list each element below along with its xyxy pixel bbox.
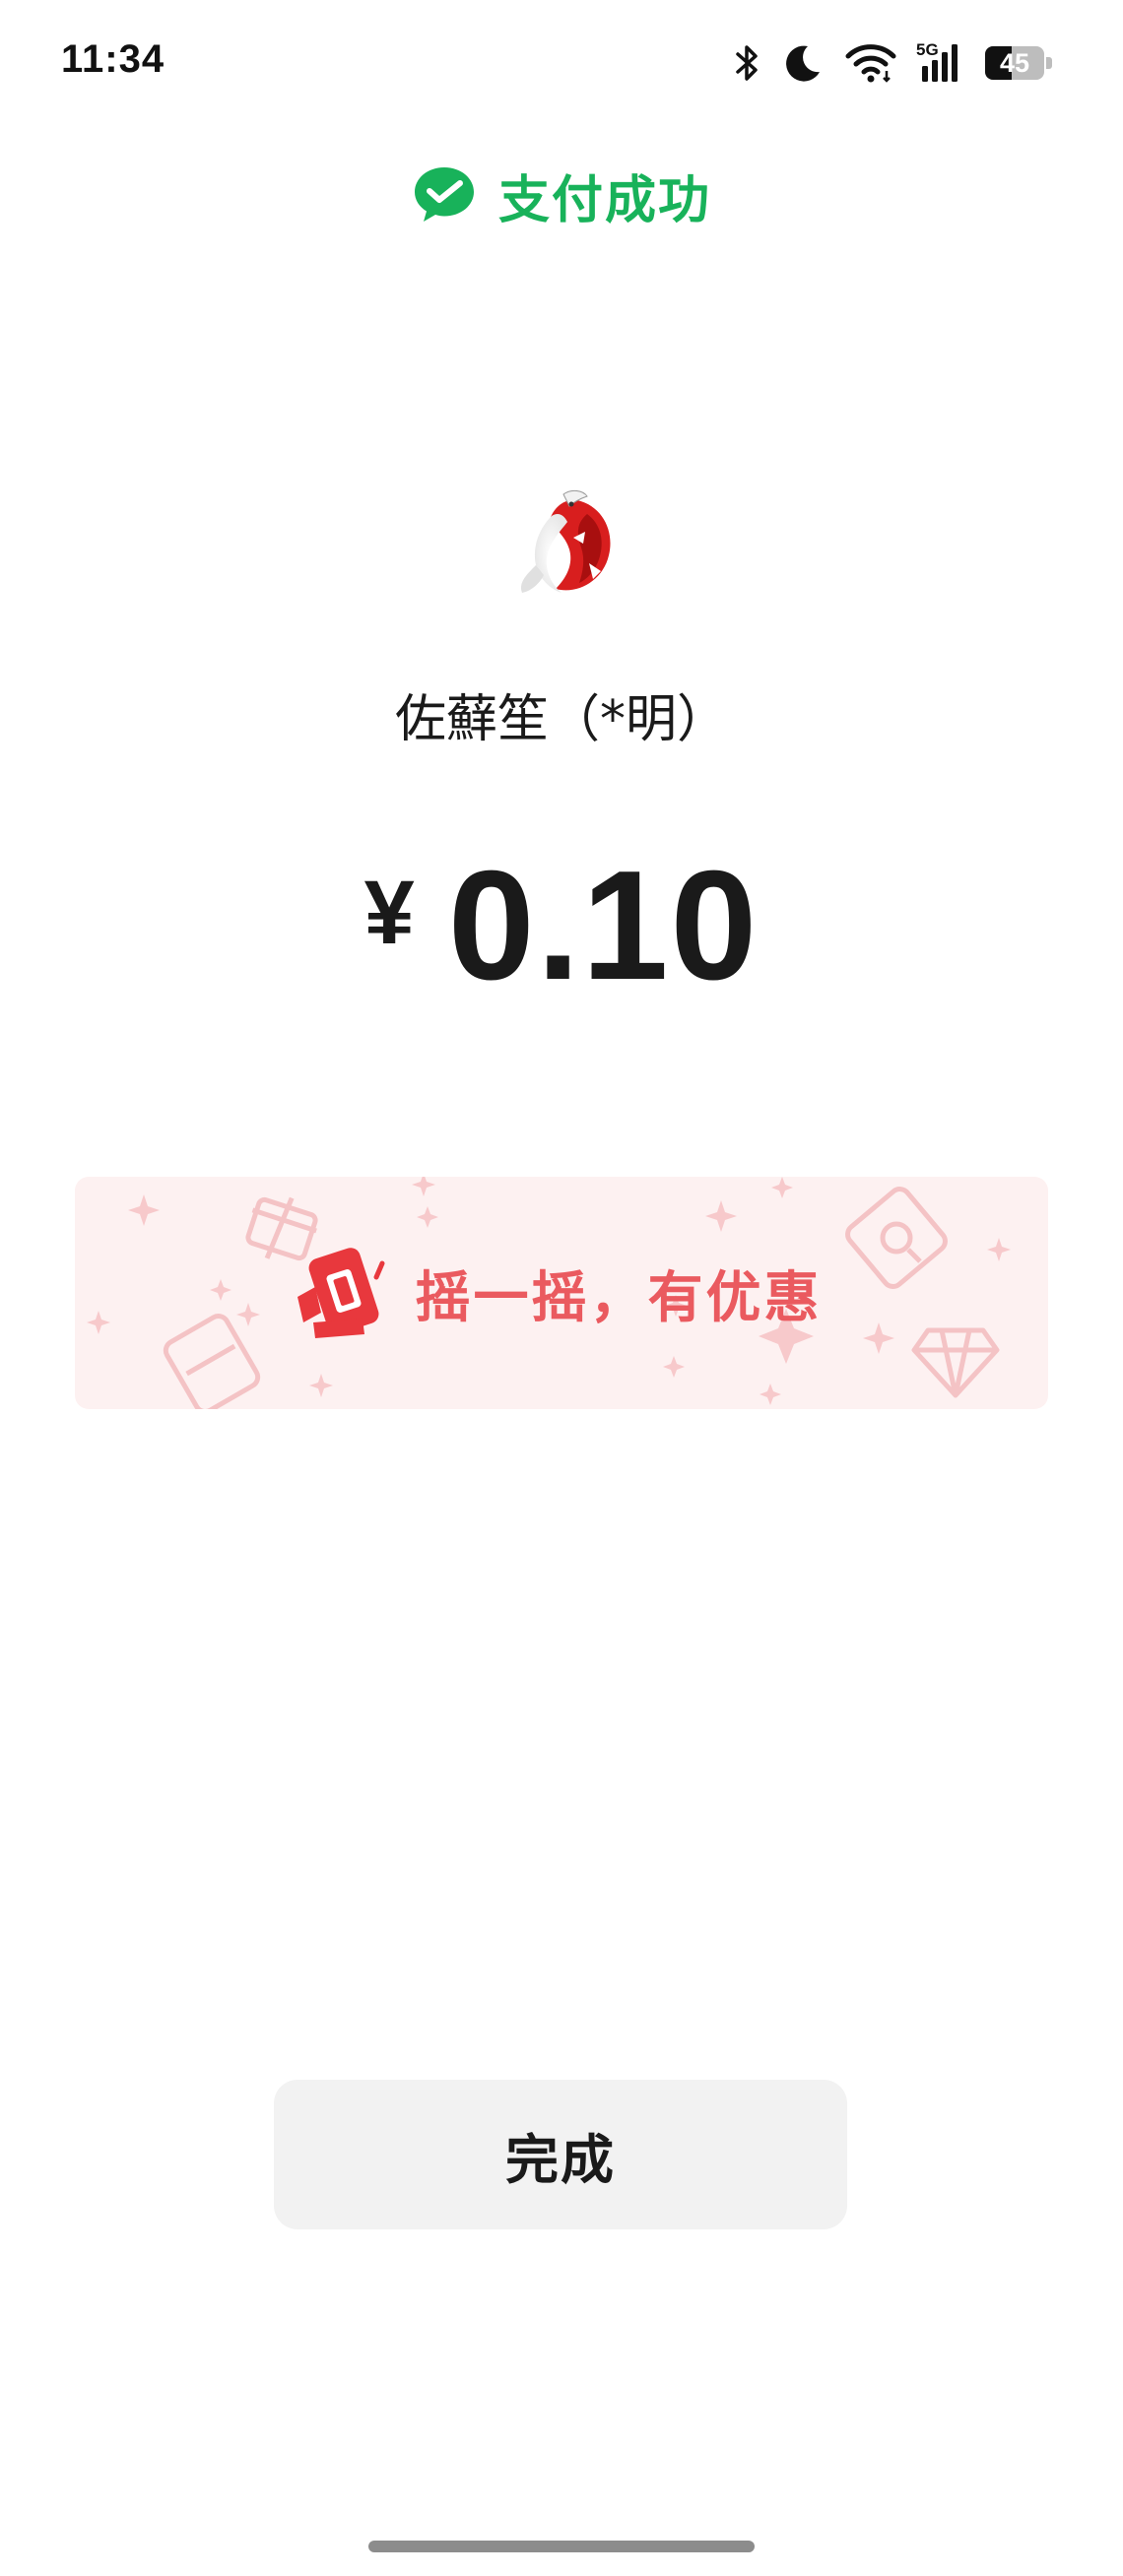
network-type-label: 5G <box>916 40 939 59</box>
home-indicator[interactable] <box>368 2541 755 2552</box>
done-button-label: 完成 <box>505 2130 616 2190</box>
status-time: 11:34 <box>61 37 165 81</box>
promo-banner[interactable]: 摇一摇，有优惠 <box>75 1177 1048 1409</box>
done-button[interactable]: 完成 <box>274 2080 847 2229</box>
promo-content: 摇一摇，有优惠 <box>75 1177 1048 1409</box>
status-icons: 5G 45 <box>713 39 1052 87</box>
moon-icon <box>782 42 824 84</box>
koi-fish-avatar <box>520 489 611 593</box>
battery-level-text: 45 <box>999 48 1030 78</box>
header: 支付成功 <box>0 158 1123 232</box>
wifi-icon <box>845 43 896 83</box>
payment-amount: ¥ 0.10 <box>0 847 1123 1004</box>
bluetooth-icon <box>735 42 760 84</box>
payment-success-screen: 11:34 5G 45 支付成功 佐蘚笙（*明） ¥ 0.10 摇一摇，有优惠 … <box>0 0 1123 2576</box>
promo-text: 摇一摇，有优惠 <box>415 1265 823 1330</box>
status-bar: 11:34 5G 45 <box>0 0 1123 128</box>
amount-value: 0.10 <box>447 839 760 1012</box>
currency-symbol: ¥ <box>363 863 415 963</box>
wechat-pay-icon <box>414 167 474 222</box>
merchant-name: 佐蘚笙（*明） <box>394 690 728 749</box>
battery-icon: 45 <box>985 46 1052 80</box>
signal-icon: 5G <box>916 40 961 84</box>
shake-phone-icon <box>297 1248 384 1338</box>
header-title: 支付成功 <box>497 170 711 230</box>
